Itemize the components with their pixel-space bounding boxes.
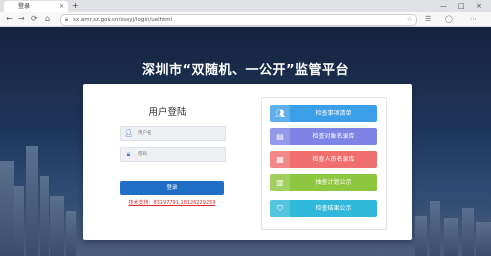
inspectors-directory-label: 检查人员名录库 [312, 156, 355, 163]
inspectors-directory-button[interactable]: ▦ 检查人员名录库 [270, 151, 377, 168]
lock-icon: 🔒︎ [65, 16, 69, 23]
address-bar[interactable]: 🔒︎ sx.amr.sz.gov.cn/ssxyj/login/uelhtml … [60, 14, 417, 26]
password-input[interactable] [138, 149, 220, 159]
forward-icon[interactable]: → [18, 12, 25, 26]
close-window-button[interactable]: × [476, 0, 482, 12]
back-icon[interactable]: ← [6, 12, 13, 26]
username-field[interactable]: 👤︎ [120, 126, 226, 141]
lock-icon: 🔒︎ [126, 150, 131, 158]
address-url: sx.amr.sz.gov.cn/ssxyj/login/uelhtml [73, 17, 173, 23]
document-icon: ▤ [270, 128, 290, 145]
username-input[interactable] [138, 128, 220, 138]
calendar-icon: ▥ [270, 174, 290, 191]
home-icon[interactable]: ⌂ [45, 12, 50, 26]
inspection-plan-button[interactable]: ▥ 抽查计划公示 [270, 174, 377, 191]
check-objects-directory-button[interactable]: ▤ 检查对象名录库 [270, 128, 377, 145]
profile-icon[interactable]: ◯ [445, 12, 453, 26]
check-items-list-button[interactable]: 👥︎ 检查事项清单 [270, 105, 377, 122]
check-objects-directory-label: 检查对象名录库 [312, 133, 355, 140]
shield-icon: ⛉ [270, 200, 290, 217]
id-card-icon: ▦ [270, 151, 290, 168]
tab-bar: 登录 × + — □ × [0, 0, 491, 12]
person-icon: 👥︎ [270, 105, 290, 122]
star-icon[interactable]: ☆ [407, 15, 412, 25]
maximize-button[interactable]: □ [458, 0, 465, 12]
page-title: 深圳市“双随机、一公开”监管平台 [141, 63, 350, 78]
support-text[interactable]: 技术支持：83197791,18126229259 [120, 199, 224, 206]
user-icon: 👤︎ [124, 129, 133, 137]
password-field[interactable]: 🔒︎ [120, 147, 226, 162]
check-items-list-label: 检查事项清单 [315, 110, 352, 117]
menu-icon[interactable]: ⋯ [470, 12, 477, 26]
minimize-button[interactable]: — [440, 0, 447, 12]
collections-icon[interactable]: ☰ [425, 12, 431, 26]
login-button[interactable]: 登录 [120, 181, 224, 195]
inspection-results-button[interactable]: ⛉ 检查结果公示 [270, 200, 377, 217]
tab-title: 登录 [18, 3, 31, 10]
inspection-plan-label: 抽查计划公示 [315, 179, 352, 186]
browser-tab[interactable]: 登录 × [4, 1, 68, 12]
tab-close-icon[interactable]: × [59, 1, 64, 12]
login-title: 用户登陆 [148, 107, 187, 118]
refresh-icon[interactable]: ⟳ [31, 12, 38, 26]
browser-toolbar: ← → ⟳ ⌂ 🔒︎ sx.amr.sz.gov.cn/ssxyj/login/… [0, 12, 491, 27]
new-tab-button[interactable]: + [72, 0, 79, 12]
inspection-results-label: 检查结果公示 [315, 205, 352, 212]
